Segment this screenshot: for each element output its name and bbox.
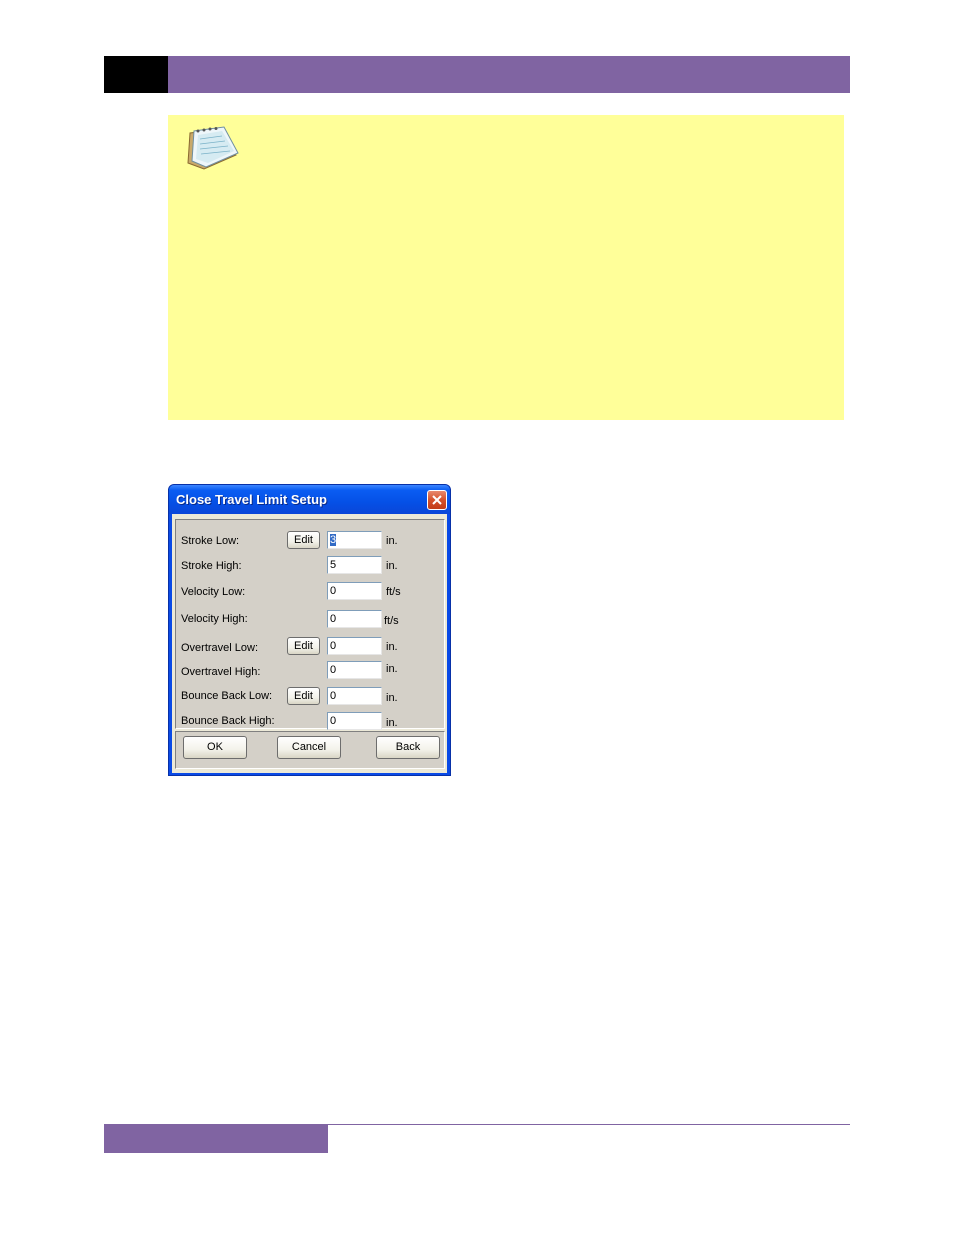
stroke-low-unit: in.: [386, 535, 398, 547]
stroke-high-unit: in.: [386, 560, 398, 572]
ok-button[interactable]: OK: [183, 736, 247, 759]
stroke-high-value: 5: [330, 559, 337, 571]
notepad-icon: [182, 121, 242, 173]
overtravel-low-value: 0: [330, 640, 337, 652]
dialog-client-area: Stroke Low: Edit 3 in. Stroke High: 5 in…: [172, 514, 447, 773]
fields-panel: Stroke Low: Edit 3 in. Stroke High: 5 in…: [175, 519, 445, 730]
overtravel-high-input[interactable]: 0: [327, 661, 382, 679]
velocity-low-value: 0: [330, 585, 337, 597]
close-button[interactable]: [427, 490, 447, 510]
bounce-back-low-value: 0: [330, 690, 337, 702]
note-panel: [168, 115, 844, 420]
stroke-high-label: Stroke High:: [181, 560, 242, 572]
overtravel-low-unit: in.: [386, 641, 398, 653]
stroke-low-input[interactable]: 3: [327, 531, 382, 549]
back-button[interactable]: Back: [376, 736, 440, 759]
velocity-low-unit: ft/s: [386, 586, 401, 598]
stroke-low-edit-button[interactable]: Edit: [287, 531, 320, 549]
close-x-icon: [432, 495, 442, 505]
overtravel-low-input[interactable]: 0: [327, 637, 382, 655]
footer-purple-block: [104, 1125, 328, 1153]
bounce-back-low-unit: in.: [386, 692, 398, 704]
velocity-high-input[interactable]: 0: [327, 610, 382, 628]
bounce-back-high-label: Bounce Back High:: [181, 715, 275, 727]
close-travel-limit-dialog: Close Travel Limit Setup Stroke Low: Edi…: [168, 484, 451, 776]
stroke-low-label: Stroke Low:: [181, 535, 240, 547]
velocity-low-label: Velocity Low:: [181, 586, 246, 598]
header-black-block: [104, 56, 168, 93]
velocity-high-label: Velocity High:: [181, 613, 248, 625]
bounce-back-low-label: Bounce Back Low:: [181, 690, 273, 702]
stroke-high-input[interactable]: 5: [327, 556, 382, 574]
buttons-panel: OK Cancel Back: [175, 731, 445, 769]
header-purple-bar: [168, 56, 850, 93]
overtravel-high-label: Overtravel High:: [181, 666, 261, 678]
bounce-back-high-value: 0: [330, 715, 337, 727]
overtravel-low-label: Overtravel Low:: [181, 642, 259, 654]
bounce-back-high-unit: in.: [386, 717, 398, 729]
overtravel-high-value: 0: [330, 664, 337, 676]
cancel-button[interactable]: Cancel: [277, 736, 341, 759]
bounce-back-low-input[interactable]: 0: [327, 687, 382, 705]
bounce-back-high-input[interactable]: 0: [327, 712, 382, 730]
stroke-low-value: 3: [330, 534, 337, 546]
velocity-high-unit: ft/s: [384, 615, 399, 627]
velocity-high-value: 0: [330, 613, 337, 625]
overtravel-low-edit-button[interactable]: Edit: [287, 637, 320, 655]
dialog-title: Close Travel Limit Setup: [176, 492, 327, 507]
velocity-low-input[interactable]: 0: [327, 582, 382, 600]
bounce-back-low-edit-button[interactable]: Edit: [287, 687, 320, 705]
overtravel-high-unit: in.: [386, 663, 398, 675]
dialog-titlebar[interactable]: Close Travel Limit Setup: [169, 485, 450, 514]
